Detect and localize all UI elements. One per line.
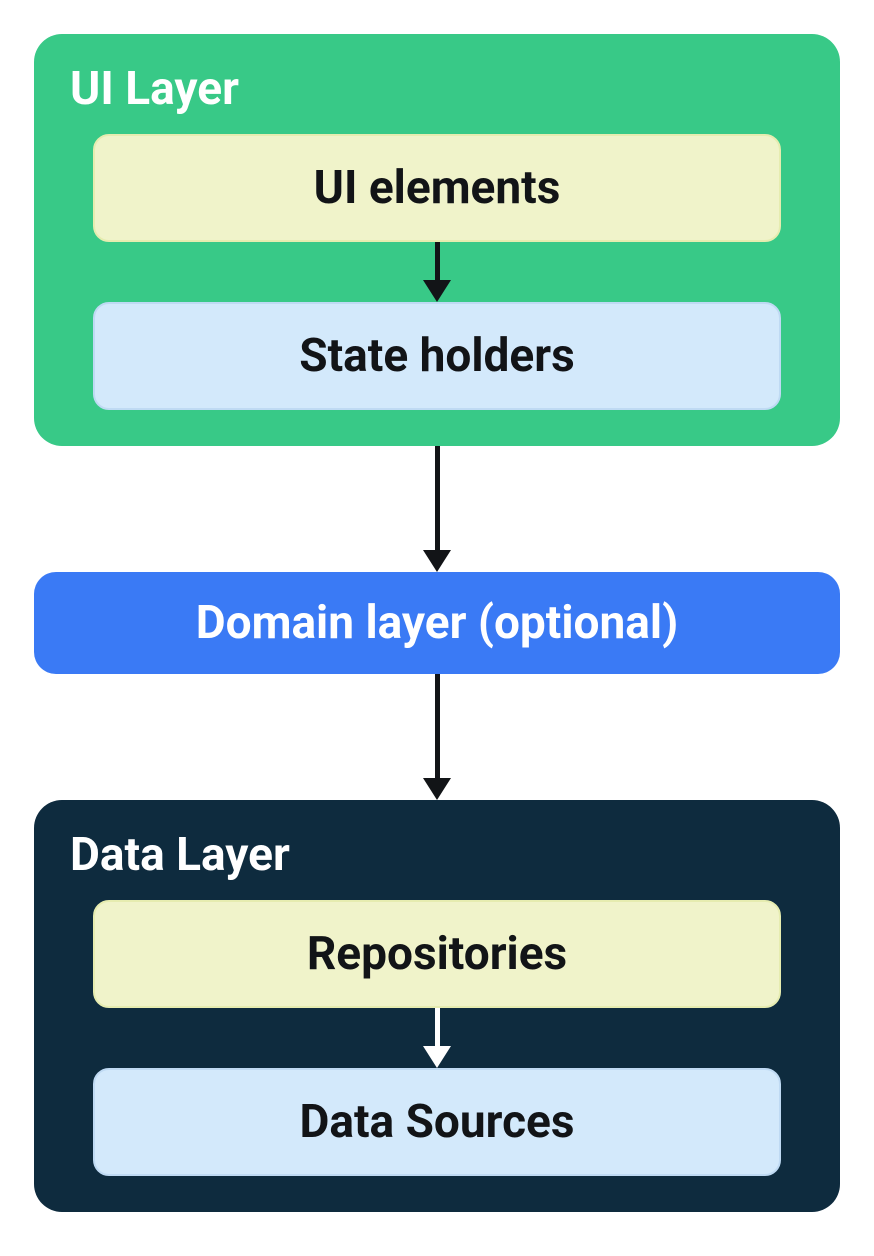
data-layer-title: Data Layer xyxy=(66,828,808,882)
arrow-down-icon xyxy=(423,674,451,800)
data-sources-box: Data Sources xyxy=(93,1068,781,1176)
arrow-down-icon xyxy=(423,242,451,302)
domain-layer-box: Domain layer (optional) xyxy=(34,572,840,674)
arrow-down-icon xyxy=(423,1008,451,1068)
ui-layer-container: UI Layer UI elements State holders xyxy=(34,34,840,446)
ui-layer-title: UI Layer xyxy=(66,62,808,116)
state-holders-box: State holders xyxy=(93,302,781,410)
domain-layer-row: Domain layer (optional) xyxy=(34,572,840,674)
arrow-down-icon xyxy=(423,446,451,572)
ui-elements-box: UI elements xyxy=(93,134,781,242)
repositories-box: Repositories xyxy=(93,900,781,1008)
data-layer-container: Data Layer Repositories Data Sources xyxy=(34,800,840,1212)
